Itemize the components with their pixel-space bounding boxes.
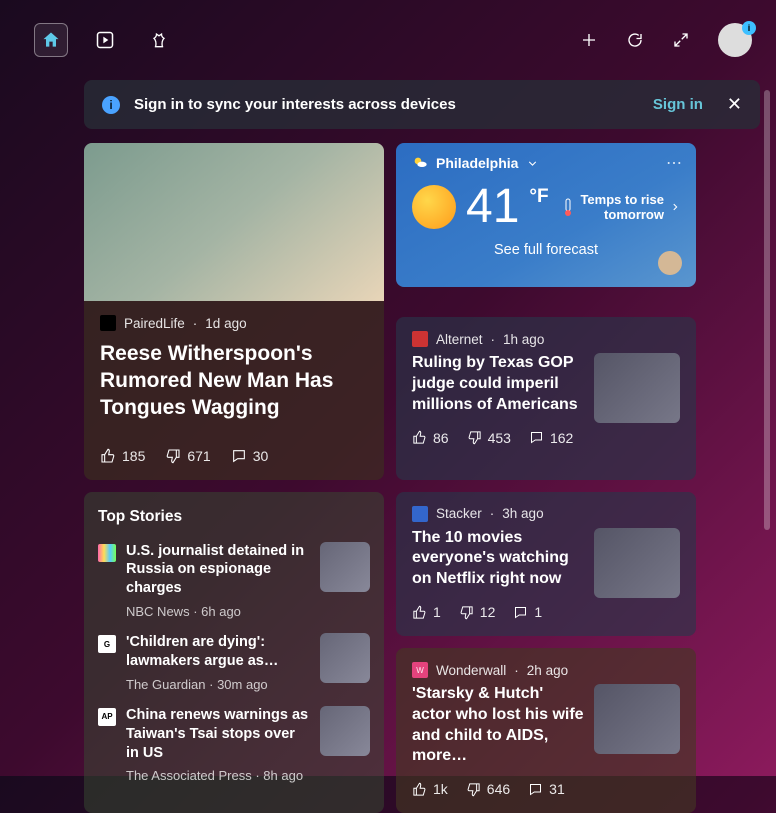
comment-icon xyxy=(529,430,544,445)
signin-banner: i Sign in to sync your interests across … xyxy=(84,80,760,129)
source-logo xyxy=(412,331,428,347)
top-story-item[interactable]: AP China renews warnings as Taiwan's Tsa… xyxy=(98,706,370,784)
content: i Sign in to sync your interests across … xyxy=(0,80,776,813)
thumbs-down-icon xyxy=(459,605,474,620)
feed-grid: PairedLife · 1d ago Reese Witherspoon's … xyxy=(84,143,760,813)
hero-image xyxy=(84,143,384,301)
chevron-down-icon xyxy=(526,157,539,170)
avatar[interactable]: i xyxy=(718,23,752,57)
hero-headline: Reese Witherspoon's Rumored New Man Has … xyxy=(100,341,368,422)
play-icon xyxy=(95,30,115,50)
refresh-icon[interactable] xyxy=(626,31,644,49)
weather-unit: °F xyxy=(529,186,548,208)
thermometer-icon xyxy=(562,197,574,217)
comment-button[interactable]: 31 xyxy=(528,781,565,797)
dislike-button[interactable]: 671 xyxy=(165,448,210,464)
hero-source: PairedLife xyxy=(124,316,185,331)
sun-icon xyxy=(412,185,456,229)
hero-engagement: 185 671 30 xyxy=(100,446,368,470)
like-button[interactable]: 86 xyxy=(412,430,449,446)
info-icon: i xyxy=(102,96,120,114)
chess-icon xyxy=(149,30,169,50)
dislike-button[interactable]: 12 xyxy=(459,604,496,620)
like-button[interactable]: 185 xyxy=(100,448,145,464)
story-headline: Ruling by Texas GOP judge could imperil … xyxy=(412,353,584,415)
nav-games-button[interactable] xyxy=(142,23,176,57)
thumbs-down-icon xyxy=(467,430,482,445)
top-stories-card: Top Stories U.S. journalist detained in … xyxy=(84,492,384,813)
topbar: i xyxy=(0,0,776,80)
comment-icon xyxy=(513,605,528,620)
thumbs-up-icon xyxy=(412,430,427,445)
weather-temp: 41 xyxy=(466,179,519,234)
weather-location[interactable]: Philadelphia xyxy=(412,155,680,171)
hero-meta: PairedLife · 1d ago xyxy=(100,315,368,331)
dislike-button[interactable]: 453 xyxy=(467,430,511,446)
hero-time: 1d ago xyxy=(205,316,246,331)
dislike-button[interactable]: 646 xyxy=(466,781,510,797)
comment-icon xyxy=(528,782,543,797)
weather-card[interactable]: ⋯ Philadelphia 41 °F Temps to risetomorr… xyxy=(396,143,696,287)
thumbs-up-icon xyxy=(412,605,427,620)
source-logo xyxy=(98,544,116,562)
avatar-notification-badge: i xyxy=(742,21,756,35)
story-thumb xyxy=(320,706,370,756)
nav-left xyxy=(34,23,176,57)
hero-card[interactable]: PairedLife · 1d ago Reese Witherspoon's … xyxy=(84,143,384,480)
like-button[interactable]: 1k xyxy=(412,781,448,797)
source-logo xyxy=(412,506,428,522)
source-logo: W xyxy=(412,662,428,678)
story-thumb xyxy=(320,542,370,592)
signin-link[interactable]: Sign in xyxy=(653,96,703,113)
more-icon[interactable]: ⋯ xyxy=(666,153,682,173)
source-logo: AP xyxy=(98,708,116,726)
top-story-item[interactable]: G 'Children are dying': lawmakers argue … xyxy=(98,633,370,692)
close-icon[interactable]: ✕ xyxy=(727,94,742,115)
thumbs-down-icon xyxy=(165,448,181,464)
weather-trend: Temps to risetomorrow xyxy=(562,192,680,222)
comment-button[interactable]: 162 xyxy=(529,430,573,446)
comment-button[interactable]: 30 xyxy=(231,448,269,464)
story-headline: The 10 movies everyone's watching on Net… xyxy=(412,528,584,590)
nav-play-button[interactable] xyxy=(88,23,122,57)
top-story-item[interactable]: U.S. journalist detained in Russia on es… xyxy=(98,542,370,620)
thumbs-down-icon xyxy=(466,782,481,797)
story-card[interactable]: WWonderwall · 2h ago 'Starsky & Hutch' a… xyxy=(396,648,696,813)
story-card[interactable]: Alternet · 1h ago Ruling by Texas GOP ju… xyxy=(396,317,696,480)
comment-icon xyxy=(231,448,247,464)
story-image xyxy=(594,684,680,754)
partly-cloudy-icon xyxy=(412,155,428,171)
story-headline: 'Starsky & Hutch' actor who lost his wif… xyxy=(412,684,584,767)
source-logo: G xyxy=(98,635,116,653)
top-stories-title: Top Stories xyxy=(98,508,370,526)
scrollbar[interactable] xyxy=(764,90,770,530)
story-image xyxy=(594,528,680,598)
add-icon[interactable] xyxy=(580,31,598,49)
thumbs-up-icon xyxy=(412,782,427,797)
story-card[interactable]: Stacker · 3h ago The 10 movies everyone'… xyxy=(396,492,696,636)
banner-text: Sign in to sync your interests across de… xyxy=(134,96,456,113)
thumbs-up-icon xyxy=(100,448,116,464)
expand-icon[interactable] xyxy=(672,31,690,49)
comment-button[interactable]: 1 xyxy=(513,604,542,620)
like-button[interactable]: 1 xyxy=(412,604,441,620)
nav-right: i xyxy=(580,23,752,57)
story-image xyxy=(594,353,680,423)
see-forecast-link[interactable]: See full forecast xyxy=(412,242,680,258)
moon-icon xyxy=(658,251,682,275)
chevron-right-icon xyxy=(670,202,680,212)
home-icon xyxy=(41,30,61,50)
source-logo xyxy=(100,315,116,331)
story-thumb xyxy=(320,633,370,683)
nav-home-button[interactable] xyxy=(34,23,68,57)
